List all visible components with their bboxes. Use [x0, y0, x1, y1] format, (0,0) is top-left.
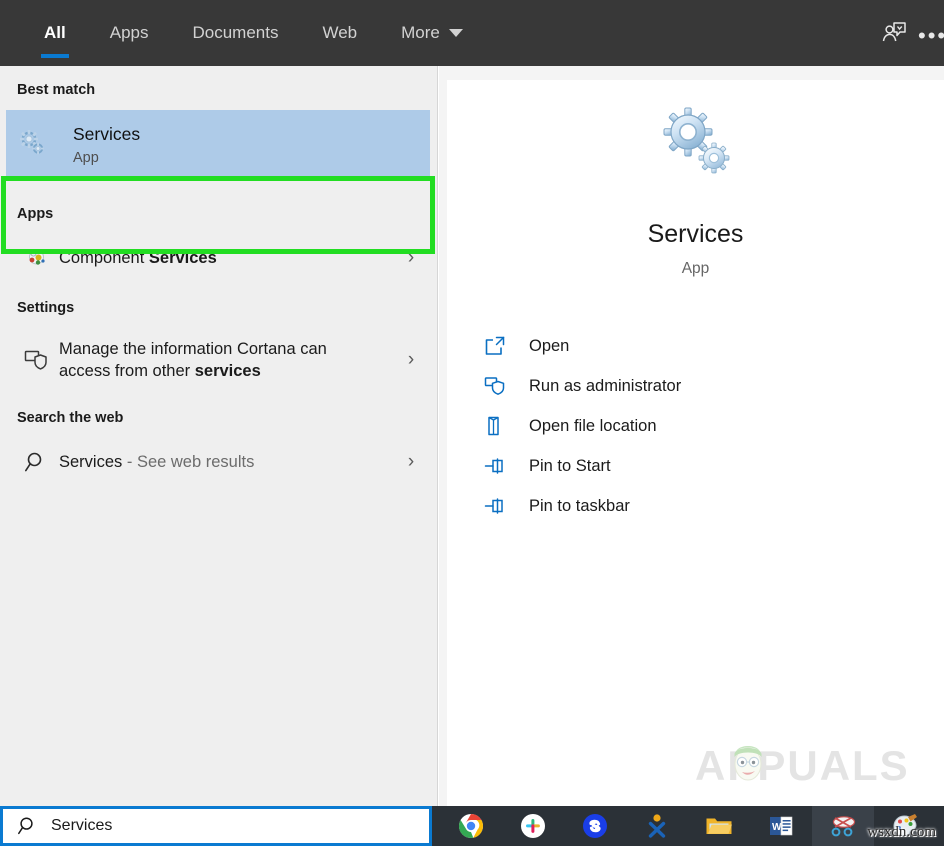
- result-line1: Manage the information Cortana can: [59, 339, 327, 358]
- tab-web-label: Web: [322, 23, 358, 42]
- settings-heading: Settings: [17, 300, 75, 316]
- taskbar-item-snipping-tool[interactable]: [812, 806, 874, 846]
- result-label: Services - See web results: [55, 451, 399, 473]
- x-app-icon: [648, 814, 666, 838]
- result-label: Manage the information Cortana can acces…: [55, 338, 399, 383]
- open-window-icon: [484, 335, 518, 357]
- chevron-right-icon[interactable]: ›: [399, 349, 423, 371]
- svg-text:W: W: [772, 822, 782, 833]
- search-header: All Apps Documents Web More ••: [0, 0, 944, 66]
- gears-icon-large: [660, 106, 732, 178]
- component-services-icon: [17, 247, 55, 269]
- search-the-web-heading: Search the web: [17, 410, 124, 426]
- app-preview-panel: Services App Open Run as administrator O…: [439, 66, 944, 806]
- apps-heading: Apps: [17, 206, 54, 222]
- action-open[interactable]: Open: [484, 326, 944, 366]
- result-web-suffix: - See web results: [122, 452, 255, 471]
- tab-more-label: More: [401, 23, 440, 42]
- tab-documents-label: Documents: [192, 23, 279, 42]
- pin-icon: [484, 495, 518, 517]
- search-filter-tabs: All Apps Documents Web More: [0, 0, 485, 66]
- result-cortana-privacy[interactable]: Manage the information Cortana can acces…: [0, 326, 437, 394]
- result-component-services[interactable]: Component Services ›: [0, 232, 437, 284]
- tab-all[interactable]: All: [22, 0, 88, 66]
- feedback-button[interactable]: [870, 0, 918, 66]
- apps-section: Apps Component Services ›: [0, 190, 437, 284]
- taskbar-item-paint[interactable]: [874, 806, 936, 846]
- search-the-web-section: Search the web Services - See web result…: [0, 394, 437, 488]
- best-match-title: Services: [73, 124, 141, 144]
- folder-open-icon: [484, 415, 518, 437]
- taskbar-item-skype[interactable]: [564, 806, 626, 846]
- tab-apps-label: Apps: [109, 23, 149, 42]
- app-preview-card: Services App Open Run as administrator O…: [447, 80, 944, 806]
- best-match-result-services[interactable]: Services App: [6, 110, 430, 180]
- word-icon: W: [770, 816, 793, 836]
- app-preview-title: Services: [647, 220, 744, 248]
- result-web-search[interactable]: Services - See web results ›: [0, 436, 437, 488]
- search-icon: [17, 450, 55, 474]
- slack-icon: [521, 814, 545, 838]
- taskbar-pinned-items: W: [440, 806, 936, 846]
- taskbar: Services W: [0, 806, 944, 846]
- best-match-heading: Best match: [17, 82, 96, 98]
- app-preview-header: Services App: [447, 80, 944, 278]
- search-results-panel: Best match Services App Apps Component S…: [0, 66, 438, 806]
- header-actions: •••: [870, 0, 944, 66]
- taskbar-item-chrome[interactable]: [440, 806, 502, 846]
- result-label-match: Services: [148, 248, 217, 267]
- settings-section: Settings Manage the information Cortana …: [0, 284, 437, 394]
- skype-icon: [583, 814, 607, 838]
- action-label: Open file location: [529, 416, 657, 435]
- app-preview-type: App: [681, 260, 710, 277]
- action-label: Run as administrator: [529, 376, 682, 395]
- chevron-down-icon: [448, 29, 463, 37]
- best-match-texts: Services App: [61, 124, 140, 166]
- windows-search-overlay: All Apps Documents Web More •• Best matc…: [0, 0, 944, 846]
- scissors-icon: [831, 816, 856, 837]
- taskbar-item-xodo[interactable]: [626, 806, 688, 846]
- tab-web[interactable]: Web: [300, 0, 379, 66]
- privacy-shield-icon: [17, 349, 55, 371]
- paint-palette-icon: [893, 814, 917, 837]
- tab-documents[interactable]: Documents: [170, 0, 300, 66]
- shield-admin-icon: [484, 375, 518, 397]
- chrome-icon: [458, 814, 484, 839]
- taskbar-item-slack[interactable]: [502, 806, 564, 846]
- taskbar-item-file-explorer[interactable]: [688, 806, 750, 846]
- more-options-button[interactable]: •••: [918, 0, 944, 66]
- action-pin-to-start[interactable]: Pin to Start: [484, 446, 944, 486]
- chevron-right-icon[interactable]: ›: [399, 247, 423, 269]
- tab-more[interactable]: More: [379, 0, 485, 66]
- best-match-section: Best match Services App: [0, 66, 437, 254]
- action-label: Open: [529, 336, 570, 355]
- tab-apps[interactable]: Apps: [88, 0, 171, 66]
- app-actions-list: Open Run as administrator Open file loca…: [447, 326, 944, 526]
- result-label: Component Services: [55, 247, 399, 269]
- folder-icon: [706, 818, 732, 834]
- feedback-person-icon: [882, 22, 906, 42]
- action-label: Pin to Start: [529, 456, 611, 475]
- action-pin-to-taskbar[interactable]: Pin to taskbar: [484, 486, 944, 526]
- more-options-label: •••: [918, 23, 944, 48]
- chevron-right-icon[interactable]: ›: [399, 451, 423, 473]
- result-line2-prefix: access from other: [59, 362, 195, 380]
- taskbar-item-word[interactable]: W: [750, 806, 812, 846]
- search-input[interactable]: Services: [43, 817, 112, 835]
- taskbar-search-box[interactable]: Services: [0, 806, 432, 846]
- action-open-file-location[interactable]: Open file location: [484, 406, 944, 446]
- tab-all-label: All: [44, 23, 66, 42]
- pin-icon: [484, 455, 518, 477]
- search-icon: [17, 815, 43, 837]
- action-run-as-administrator[interactable]: Run as administrator: [484, 366, 944, 406]
- gears-icon: [17, 128, 61, 163]
- result-line2-match: services: [194, 362, 261, 380]
- best-match-subtitle: App: [73, 150, 99, 166]
- action-label: Pin to taskbar: [529, 496, 630, 515]
- result-web-query: Services: [59, 452, 123, 471]
- result-label-prefix: Component: [59, 248, 149, 267]
- tab-active-underline: [41, 54, 69, 58]
